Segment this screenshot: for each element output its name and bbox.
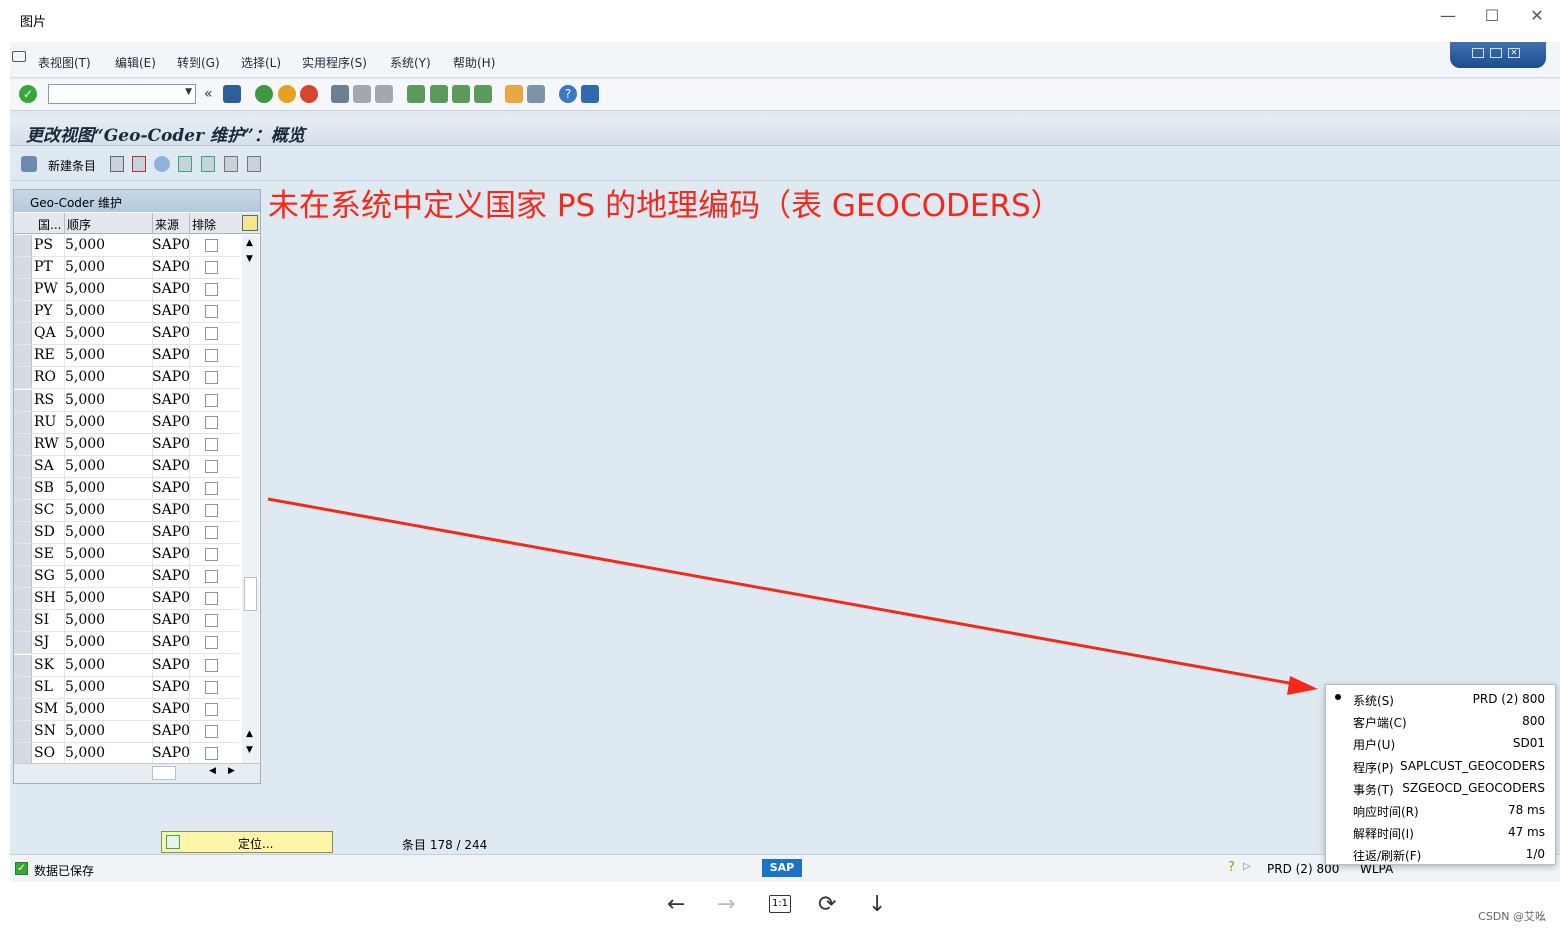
system-info-label: 响应时间(R) bbox=[1353, 805, 1419, 819]
system-info-value: SD01 bbox=[1512, 736, 1545, 751]
next-image-icon[interactable]: → bbox=[717, 892, 735, 917]
system-info-row[interactable]: 事务(T) SZGEOCD_GEOCODERS bbox=[1326, 777, 1555, 799]
system-info-row[interactable]: 程序(P) SAPLCUST_GEOCODERS bbox=[1326, 755, 1555, 777]
system-info-value: 47 ms bbox=[1507, 825, 1545, 840]
system-info-value: 800 bbox=[1522, 714, 1545, 729]
system-info-label: 解释时间(I) bbox=[1353, 827, 1414, 842]
viewer-toolbar: ← → 1:1 ⟳ ↓ CSDN @艾吆 bbox=[0, 882, 1560, 930]
system-info-value: 1/0 bbox=[1525, 847, 1545, 862]
actual-size-button[interactable]: 1:1 bbox=[769, 895, 791, 913]
system-info-row[interactable]: 客户端(C) 800 bbox=[1326, 710, 1555, 732]
system-info-row[interactable]: 系统(S) PRD (2) 800 bbox=[1326, 688, 1555, 710]
system-info-row[interactable]: 用户(U) SD01 bbox=[1326, 732, 1555, 754]
system-info-value: PRD (2) 800 bbox=[1472, 692, 1545, 706]
system-info-row[interactable]: 响应时间(R) 78 ms bbox=[1326, 799, 1555, 821]
watermark: CSDN @艾吆 bbox=[1478, 910, 1546, 923]
system-info-value: SZGEOCD_GEOCODERS bbox=[1402, 780, 1545, 795]
previous-image-icon[interactable]: ← bbox=[667, 892, 685, 917]
rotate-icon[interactable]: ⟳ bbox=[818, 892, 836, 917]
system-info-label: 程序(P) bbox=[1353, 760, 1394, 775]
system-info-row[interactable]: 往返/刷新(F) 1/0 bbox=[1326, 843, 1555, 865]
system-info-label: 系统(S) bbox=[1353, 694, 1394, 708]
system-info-label: 客户端(C) bbox=[1353, 716, 1407, 731]
system-info-label: 往返/刷新(F) bbox=[1353, 849, 1422, 864]
download-icon[interactable]: ↓ bbox=[868, 892, 886, 917]
system-info-row[interactable]: 解释时间(I) 47 ms bbox=[1326, 821, 1555, 843]
system-info-label: 事务(T) bbox=[1353, 782, 1394, 797]
system-info-popup: 系统(S) PRD (2) 800 客户端(C) 800 用户(U) SD01 程序(P) S… bbox=[1325, 684, 1556, 865]
system-info-label: 用户(U) bbox=[1353, 738, 1396, 753]
system-info-value: SAPLCUST_GEOCODERS bbox=[1399, 758, 1545, 773]
system-info-value: 78 ms bbox=[1507, 803, 1545, 817]
